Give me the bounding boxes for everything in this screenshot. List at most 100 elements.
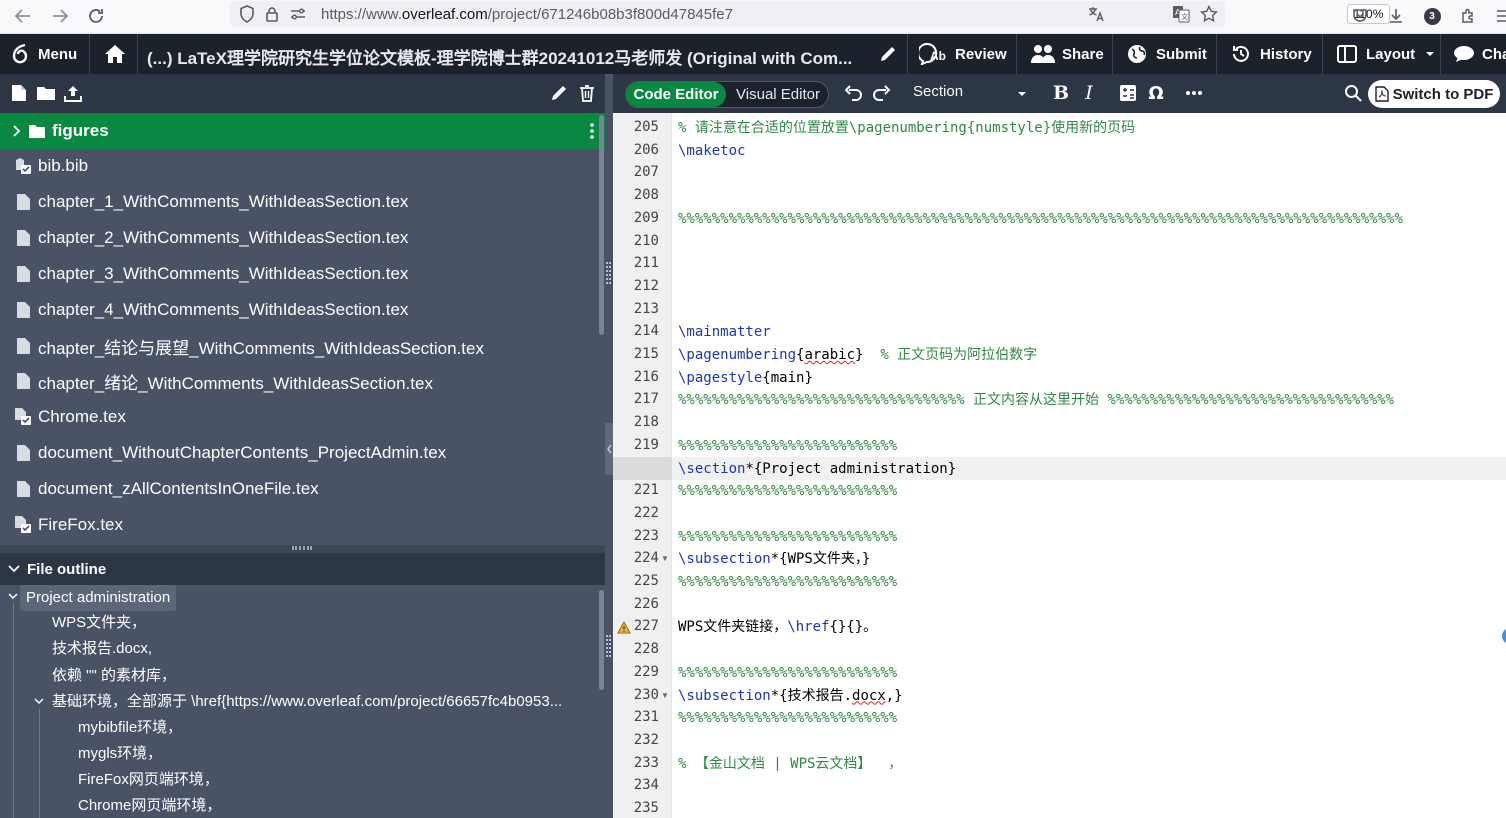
code-editor[interactable]: % 请注意在合适的位置放置\pagenumbering{numstyle}使用新…: [672, 113, 1506, 818]
file-tree-item-bib[interactable]: bib.bib: [0, 148, 605, 184]
outline-item[interactable]: Chrome网页端环境，: [78, 793, 221, 818]
fold-toggle-icon[interactable]: ▼: [661, 691, 669, 700]
outline-scrollbar[interactable]: [599, 590, 604, 690]
italic-icon[interactable]: I: [1079, 82, 1099, 104]
code-line[interactable]: % 【金山文档 | WPS云文档】 ，: [678, 753, 902, 775]
fold-toggle-icon[interactable]: ▼: [661, 554, 669, 563]
code-line[interactable]: \maketoc: [678, 140, 745, 162]
symbol-icon[interactable]: Ω: [1146, 83, 1166, 104]
delete-icon[interactable]: [577, 83, 597, 103]
section-style-select[interactable]: Section: [913, 83, 1027, 105]
url-text[interactable]: https://www.overleaf.com/project/671246b…: [321, 6, 733, 23]
shield-icon[interactable]: [236, 3, 258, 25]
url-prefix: https://www.: [321, 6, 402, 23]
reload-icon[interactable]: [85, 5, 107, 27]
new-folder-icon[interactable]: [36, 83, 56, 103]
collapse-panel-handle[interactable]: [605, 423, 613, 475]
outline-item[interactable]: mybibfile环境，: [78, 715, 182, 741]
outline-item[interactable]: mygls环境，: [78, 741, 162, 767]
code-line[interactable]: %%%%%%%%%%%%%%%%%%%%%%%%%%%%%%%%%% 正文内容从…: [678, 389, 1394, 411]
bold-icon[interactable]: B: [1051, 82, 1071, 104]
file-tree-item[interactable]: chapter_3_WithComments_WithIdeasSection.…: [0, 256, 605, 292]
history-button[interactable]: History: [1231, 34, 1312, 74]
file-tree-item[interactable]: chapter_绪论_WithComments_WithIdeasSection…: [0, 363, 605, 399]
code-line[interactable]: %%%%%%%%%%%%%%%%%%%%%%%%%%: [678, 662, 897, 684]
visual-editor-button[interactable]: Visual Editor: [727, 82, 829, 107]
code-line[interactable]: WPS文件夹链接，\href{}{}。: [678, 616, 877, 638]
permissions-icon[interactable]: [287, 3, 309, 25]
file-tree-item[interactable]: chapter_结论与展望_WithComments_WithIdeasSect…: [0, 328, 605, 364]
lock-icon[interactable]: [261, 3, 283, 25]
math-icon[interactable]: [1118, 83, 1138, 103]
file-outline-header[interactable]: File outline: [0, 553, 605, 585]
outline-guide: [39, 709, 40, 818]
translate-icon[interactable]: [1085, 3, 1107, 25]
outline-item[interactable]: FireFox网页端环境，: [78, 767, 219, 793]
pocket-icon[interactable]: [1349, 5, 1371, 27]
menu-button[interactable]: Menu: [11, 34, 77, 74]
outline-item[interactable]: Project administration: [20, 585, 177, 611]
back-icon[interactable]: [12, 5, 34, 27]
file-tree-item[interactable]: chapter_1_WithComments_WithIdeasSection.…: [0, 184, 605, 220]
submit-button[interactable]: Submit: [1127, 34, 1207, 74]
outline-item[interactable]: 依赖 "" 的素材库，: [52, 663, 176, 689]
chevron-down-icon[interactable]: [8, 593, 18, 600]
more-options-icon[interactable]: [1184, 83, 1204, 103]
file-tree-item[interactable]: chapter_2_WithComments_WithIdeasSection.…: [0, 220, 605, 256]
extension-badge-icon[interactable]: 3: [1421, 5, 1443, 27]
code-line[interactable]: %%%%%%%%%%%%%%%%%%%%%%%%%%: [678, 480, 897, 502]
share-button[interactable]: Share: [1030, 34, 1104, 74]
file-tree-item-figures[interactable]: figures: [0, 113, 605, 149]
project-title[interactable]: (...) LaTeX理学院研究生学位论文模板-理学院博士群20241012马老…: [147, 44, 859, 69]
redo-icon[interactable]: [872, 83, 892, 103]
rename-project-button[interactable]: [879, 34, 897, 74]
outline-item[interactable]: 基础环境，全部源于 \href{https://www.overleaf.com…: [52, 689, 592, 715]
home-button[interactable]: [104, 34, 126, 74]
code-line[interactable]: \section*{Project administration}: [678, 458, 956, 480]
chat-button[interactable]: Cha: [1453, 34, 1506, 74]
code-line[interactable]: %%%%%%%%%%%%%%%%%%%%%%%%%%: [678, 435, 897, 457]
download-icon[interactable]: [1385, 5, 1407, 27]
bookmark-star-icon[interactable]: [1198, 3, 1220, 25]
code-line[interactable]: \subsection*{技术报告.docx,}: [678, 685, 903, 707]
file-tree-item[interactable]: chapter_4_WithComments_WithIdeasSection.…: [0, 292, 605, 328]
history-label: History: [1260, 45, 1312, 63]
file-tree-item[interactable]: document_WithoutChapterContents_ProjectA…: [0, 435, 605, 471]
layout-button[interactable]: Layout: [1337, 34, 1435, 74]
warning-icon[interactable]: [617, 621, 631, 634]
undo-icon[interactable]: [843, 83, 863, 103]
switch-to-pdf-button[interactable]: Switch to PDF: [1368, 80, 1500, 108]
code-line[interactable]: \subsection*{WPS文件夹，}: [678, 548, 870, 570]
code-line[interactable]: %%%%%%%%%%%%%%%%%%%%%%%%%%: [678, 571, 897, 593]
line-number: 217: [633, 391, 659, 408]
file-name: FireFox.tex: [38, 515, 124, 534]
search-icon[interactable]: [1343, 83, 1363, 103]
new-file-icon[interactable]: [9, 83, 29, 103]
code-line[interactable]: % 请注意在合适的位置放置\pagenumbering{numstyle}使用新…: [678, 117, 1135, 139]
page-translate-icon[interactable]: A文: [1170, 3, 1192, 25]
code-line[interactable]: \pagestyle{main}: [678, 367, 813, 389]
review-button[interactable]: Ab Review: [919, 34, 1007, 74]
file-tree-item[interactable]: document_zAllContentsInOneFile.tex: [0, 471, 605, 507]
chevron-down-icon[interactable]: [34, 698, 44, 705]
line-number: 219: [633, 436, 659, 453]
outline-item[interactable]: WPS文件夹，: [52, 610, 146, 636]
line-number: 215: [633, 346, 659, 362]
code-line[interactable]: %%%%%%%%%%%%%%%%%%%%%%%%%%: [678, 526, 897, 548]
file-tree-item[interactable]: Chrome.tex: [0, 399, 605, 435]
code-line[interactable]: \mainmatter: [678, 321, 771, 343]
url-bar[interactable]: https://www.overleaf.com/project/671246b…: [230, 1, 1390, 27]
file-tree-item[interactable]: FireFox.tex: [0, 507, 605, 543]
file-tree-scrollbar[interactable]: [599, 115, 604, 335]
code-line[interactable]: %%%%%%%%%%%%%%%%%%%%%%%%%%: [678, 707, 897, 729]
extensions-icon[interactable]: [1457, 5, 1479, 27]
code-line[interactable]: %%%%%%%%%%%%%%%%%%%%%%%%%%%%%%%%%%%%%%%%…: [678, 208, 1403, 230]
kebab-menu-icon[interactable]: [590, 123, 594, 139]
code-line[interactable]: \pagenumbering{arabic} % 正文页码为阿拉伯数字: [678, 344, 1037, 366]
outline-item[interactable]: 技术报告.docx,: [52, 636, 152, 662]
forward-icon[interactable]: [49, 5, 71, 27]
code-editor-button[interactable]: Code Editor: [626, 82, 726, 107]
upload-icon[interactable]: [63, 83, 83, 103]
overflow-menu-icon[interactable]: [1490, 5, 1506, 27]
rename-icon[interactable]: [549, 83, 569, 103]
